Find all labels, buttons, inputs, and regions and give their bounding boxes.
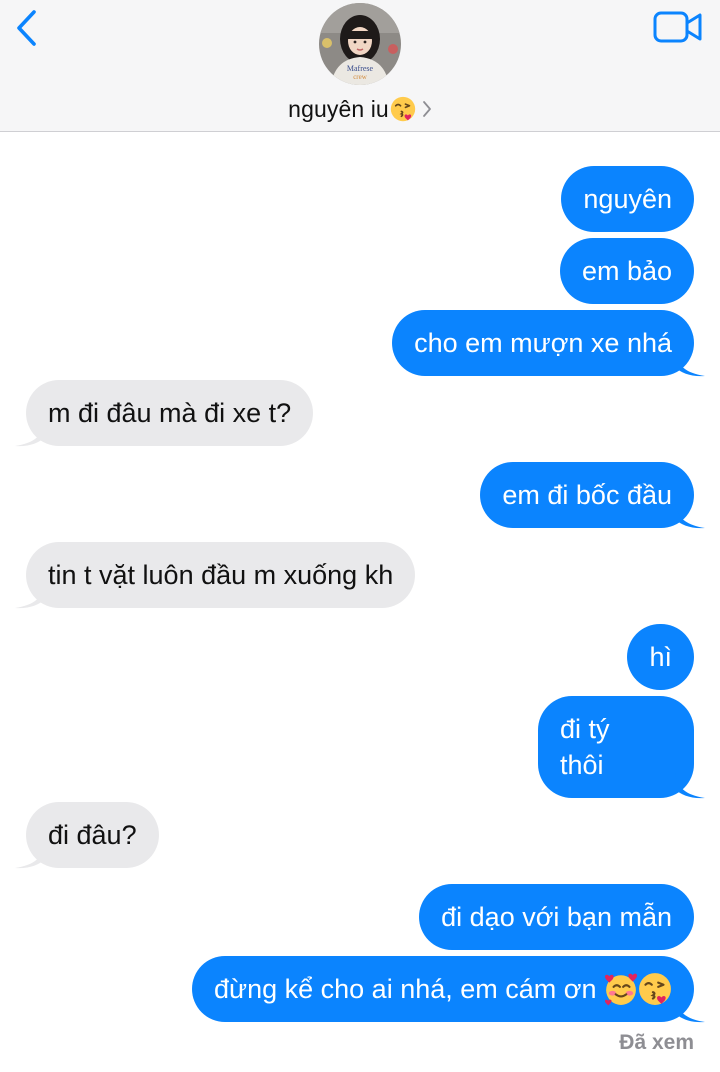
message-bubble-outgoing[interactable]: đi tý thôi bbox=[538, 696, 705, 799]
bubble-tail bbox=[675, 773, 705, 799]
bubble-tail bbox=[675, 997, 705, 1023]
message-text: cho em mượn xe nhá bbox=[414, 328, 672, 358]
message-text: em bảo bbox=[581, 256, 672, 286]
message-text: nguyên bbox=[583, 184, 672, 214]
read-receipt: Đã xem bbox=[619, 1031, 694, 1054]
face-blowing-a-kiss-icon bbox=[638, 971, 672, 1006]
contact-avatar[interactable]: Mafrese crew bbox=[319, 3, 401, 85]
svg-text:Mafrese: Mafrese bbox=[347, 64, 374, 73]
bubble-tail bbox=[15, 421, 45, 447]
message-text: đi đâu? bbox=[48, 820, 137, 850]
message-text: m đi đâu mà đi xe t? bbox=[48, 398, 292, 428]
bubble-tail bbox=[675, 351, 705, 377]
chevron-right-icon bbox=[422, 101, 431, 117]
message-thread: nguyên em bảo cho em mượn xe nhá m đi đâ… bbox=[0, 132, 720, 1072]
message-text: hì bbox=[649, 642, 672, 672]
bubble-tail bbox=[675, 503, 705, 529]
message-text: tin t vặt luôn đầu m xuống kh bbox=[48, 560, 394, 590]
back-button[interactable] bbox=[10, 8, 46, 50]
bubble-tail bbox=[15, 583, 45, 609]
message-bubble-incoming[interactable]: đi đâu? bbox=[15, 802, 159, 869]
video-call-button[interactable] bbox=[652, 10, 704, 46]
chevron-left-icon bbox=[17, 10, 36, 46]
message-bubble-outgoing[interactable]: hì bbox=[627, 624, 694, 690]
message-bubble-incoming[interactable]: m đi đâu mà đi xe t? bbox=[15, 380, 314, 447]
message-bubble-outgoing[interactable]: đi dạo với bạn mẫn bbox=[419, 884, 694, 950]
smiling-face-with-hearts-icon bbox=[604, 972, 638, 1006]
message-bubble-outgoing[interactable]: em đi bốc đầu bbox=[480, 462, 705, 529]
message-text: đừng kể cho ai nhá, em cám ơn bbox=[214, 974, 597, 1004]
message-text: em đi bốc đầu bbox=[502, 480, 672, 510]
message-bubble-outgoing[interactable]: cho em mượn xe nhá bbox=[392, 310, 705, 377]
contact-name: nguyên iu bbox=[288, 95, 389, 122]
message-text: thôi bbox=[560, 750, 604, 780]
message-bubble-outgoing[interactable]: em bảo bbox=[559, 238, 694, 304]
svg-text:crew: crew bbox=[353, 73, 368, 81]
face-blowing-a-kiss-icon bbox=[389, 96, 416, 122]
video-camera-icon bbox=[653, 11, 702, 43]
message-text: đi dạo với bạn mẫn bbox=[441, 902, 672, 932]
message-bubble-incoming[interactable]: tin t vặt luôn đầu m xuống kh bbox=[15, 542, 416, 609]
bubble-tail bbox=[15, 843, 45, 869]
contact-info-button[interactable]: nguyên iu bbox=[0, 92, 720, 126]
message-bubble-outgoing[interactable]: đừng kể cho ai nhá, em cám ơn bbox=[192, 956, 705, 1023]
conversation-header: Mafrese crew nguyên iu bbox=[0, 0, 720, 132]
message-text: đi tý bbox=[560, 714, 610, 744]
message-bubble-outgoing[interactable]: nguyên bbox=[561, 166, 694, 232]
